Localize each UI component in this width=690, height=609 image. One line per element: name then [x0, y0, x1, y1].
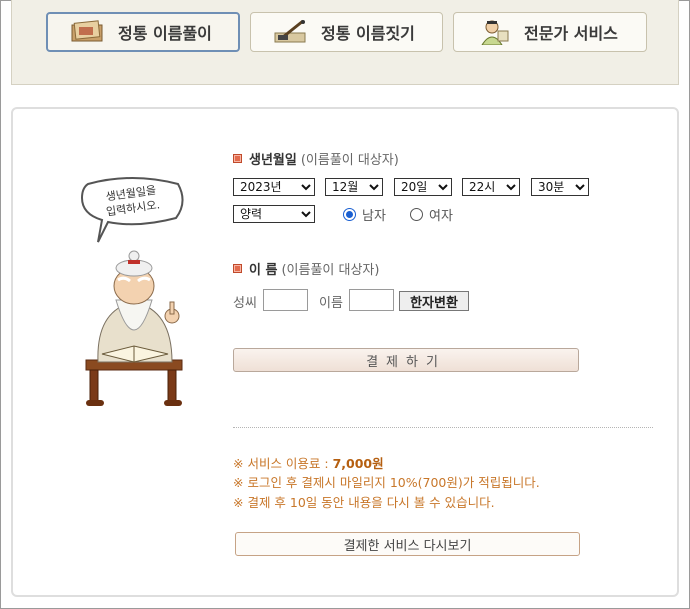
top-tab-bar: 정통 이름풀이 정통 이름짓기 전문가 서비스 — [11, 0, 679, 85]
birth-title: 생년월일 — [249, 153, 297, 168]
given-name-label: 이름 — [319, 296, 343, 311]
mileage-note: ※ 로그인 후 결제시 마일리지 10%(700원)가 적립됩니다. — [233, 475, 540, 490]
scholar-icon — [476, 19, 512, 46]
fee-price: 7,000원 — [332, 456, 384, 471]
radio-selected-icon[interactable] — [343, 208, 356, 221]
gender-female-radio[interactable]: 여자 — [410, 205, 453, 224]
day-select[interactable]: 20일 — [394, 178, 452, 196]
bullet-icon — [233, 264, 242, 273]
calendar-type-select[interactable]: 양력 — [233, 205, 315, 223]
review-period-note: ※ 결제 후 10일 동안 내용을 다시 볼 수 있습니다. — [233, 495, 495, 510]
given-name-input[interactable] — [349, 289, 394, 311]
name-section-heading: 이 름 (이름풀이 대상자) — [233, 259, 379, 278]
pay-button[interactable]: 결제하기 — [233, 348, 579, 372]
tab-name-creation[interactable]: 정통 이름짓기 — [250, 12, 443, 52]
bullet-icon — [233, 154, 242, 163]
tab-name-reading[interactable]: 정통 이름풀이 — [46, 12, 240, 52]
gender-male-radio[interactable]: 남자 — [343, 205, 386, 224]
speech-bubble: 생년월일을 입력하시오. — [78, 176, 186, 243]
hanja-convert-button[interactable]: 한자변환 — [399, 291, 469, 311]
name-subtitle: (이름풀이 대상자) — [281, 263, 380, 278]
surname-input[interactable] — [263, 289, 308, 311]
month-select[interactable]: 12월 — [325, 178, 383, 196]
tab-label: 정통 이름짓기 — [321, 24, 415, 43]
radio-unselected-icon[interactable] — [410, 208, 423, 221]
scholar-character-illustration — [76, 250, 196, 410]
birth-section-heading: 생년월일 (이름풀이 대상자) — [233, 149, 399, 168]
tab-label: 정통 이름풀이 — [118, 24, 212, 43]
gender-female-label: 여자 — [429, 209, 453, 224]
birth-subtitle: (이름풀이 대상자) — [300, 153, 399, 168]
review-paid-service-button[interactable]: 결제한 서비스 다시보기 — [235, 532, 580, 556]
minute-select[interactable]: 30분 — [531, 178, 589, 196]
tab-expert-service[interactable]: 전문가 서비스 — [453, 12, 647, 52]
gender-male-label: 남자 — [362, 209, 386, 224]
fee-prefix: ※ 서비스 이용료 : — [233, 456, 333, 471]
name-title: 이 름 — [249, 263, 278, 278]
tab-label: 전문가 서비스 — [524, 24, 618, 43]
fee-note: ※ 서비스 이용료 : 7,000원 — [233, 453, 384, 472]
brush-ink-icon — [273, 19, 309, 45]
hour-select[interactable]: 22시 — [462, 178, 520, 196]
dotted-divider — [233, 427, 653, 428]
surname-label: 성씨 — [233, 296, 257, 311]
book-scroll-icon — [70, 19, 106, 45]
year-select[interactable]: 2023년 — [233, 178, 315, 196]
